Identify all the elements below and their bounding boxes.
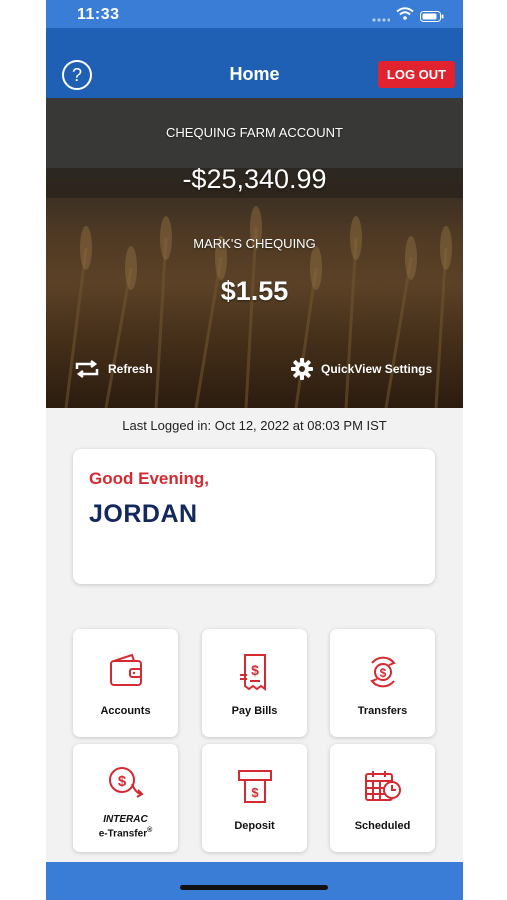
registered-mark: ® (147, 827, 153, 834)
account-balance: $1.55 (220, 276, 289, 306)
bottom-bar (46, 862, 463, 900)
greeting-card: Good Evening, JORDAN (73, 449, 435, 584)
calendar-clock-icon (330, 768, 435, 811)
greeting-salutation: Good Evening, (89, 469, 209, 488)
tile-label: Pay Bills (231, 705, 278, 717)
wallet-icon (73, 653, 178, 694)
quickview-settings-label: QuickView Settings (321, 362, 433, 376)
tile-transfers[interactable]: $ Transfers (330, 629, 435, 737)
tile-deposit[interactable]: $ Deposit (202, 744, 307, 852)
atm-icon: $ (202, 768, 307, 811)
quickview-panel: CHEQUING FARM ACCOUNT -$25,340.99 MARK'S… (46, 98, 463, 408)
phone-screen: 11:33 ? Home LOG OUT CHEQUING FARM ACCOU… (46, 0, 463, 900)
quickview-settings-button[interactable]: QuickView Settings (291, 358, 432, 380)
tile-accounts[interactable]: Accounts (73, 629, 178, 737)
tile-label: Deposit (234, 820, 275, 832)
refresh-label: Refresh (108, 362, 153, 376)
wifi-icon (396, 7, 414, 25)
svg-text:$: $ (251, 785, 259, 800)
user-name: JORDAN (89, 500, 198, 528)
tile-label: Scheduled (354, 820, 411, 832)
account-name: MARK'S CHEQUING (193, 236, 316, 251)
transfer-icon: $ (330, 653, 435, 696)
svg-text:$: $ (251, 662, 259, 678)
signal-icon (372, 10, 391, 28)
nav-bar: ? Home LOG OUT (46, 28, 463, 98)
account-balance: -$25,340.99 (182, 164, 327, 194)
battery-icon (420, 9, 444, 27)
logout-button[interactable]: LOG OUT (378, 61, 455, 88)
bill-icon: $ (202, 653, 307, 696)
interac-label: INTERAC (103, 814, 148, 825)
home-indicator[interactable] (180, 885, 328, 890)
tile-label: Accounts (100, 705, 151, 717)
tile-pay-bills[interactable]: $ Pay Bills (202, 629, 307, 737)
status-time: 11:33 (77, 6, 120, 23)
tile-scheduled[interactable]: Scheduled (330, 744, 435, 852)
account-name: CHEQUING FARM ACCOUNT (166, 125, 343, 140)
last-logged-text: Last Logged in: Oct 12, 2022 at 08:03 PM… (122, 418, 387, 433)
gear-icon (291, 358, 313, 380)
tile-label: Transfers (357, 705, 408, 717)
etransfer-icon: $ (73, 764, 178, 805)
tile-label: INTERAC e-Transfer® (73, 814, 178, 839)
svg-text:$: $ (117, 773, 126, 790)
status-bar: 11:33 (46, 0, 463, 28)
etransfer-label: e-Transfer (98, 828, 148, 840)
svg-text:$: $ (379, 666, 386, 680)
tile-interac-etransfer[interactable]: $ INTERAC e-Transfer® (73, 744, 178, 852)
refresh-button[interactable]: Refresh (74, 360, 153, 378)
refresh-icon (75, 360, 99, 378)
